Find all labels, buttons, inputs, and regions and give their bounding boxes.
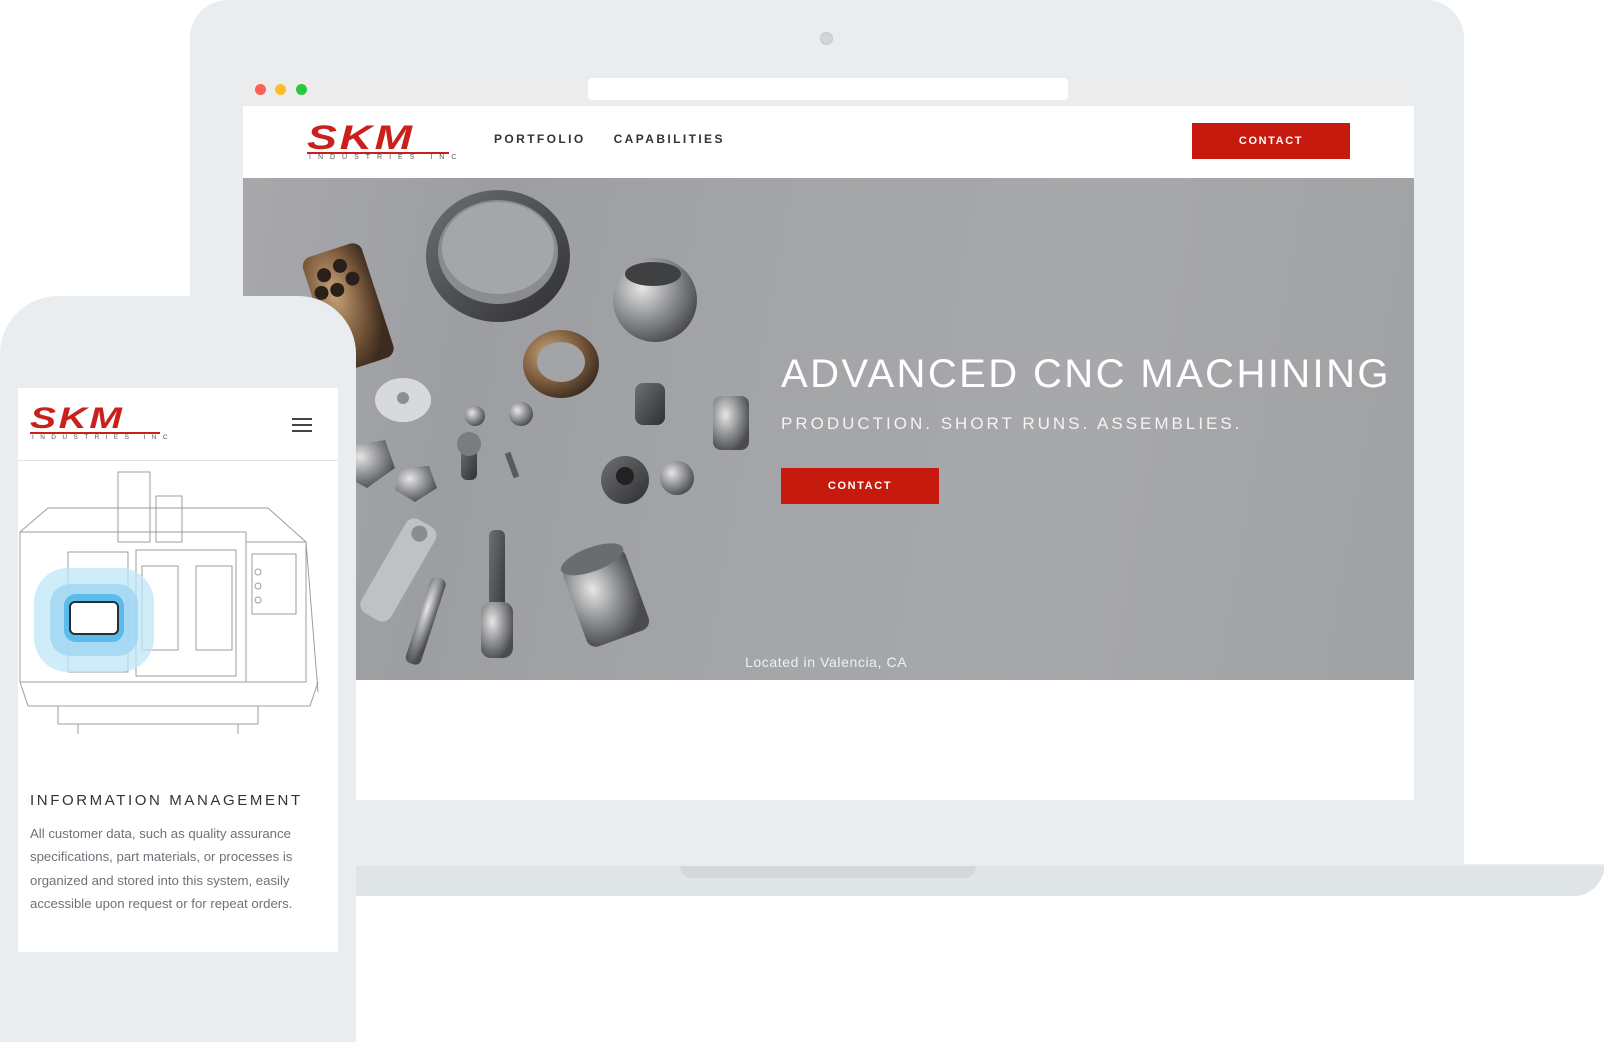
skm-logo[interactable]: SKM INDUSTRIES INC	[307, 121, 456, 164]
hero-location: Located in Valencia, CA	[745, 654, 908, 670]
address-bar[interactable]	[588, 78, 1068, 100]
hero-title: ADVANCED CNC MACHINING	[781, 352, 1391, 396]
nav-links: PORTFOLIO CAPABILITIES	[494, 132, 725, 146]
logo-wordmark: SKM	[30, 402, 125, 435]
nav-link-capabilities[interactable]: CAPABILITIES	[614, 132, 725, 146]
site-navbar: SKM INDUSTRIES INC PORTFOLIO CAPABILITIE…	[243, 106, 1414, 178]
cnc-machine-illustration	[19, 471, 319, 734]
logo-tagline: INDUSTRIES INC	[309, 154, 464, 161]
close-window-button[interactable]	[255, 84, 266, 95]
laptop-camera	[820, 32, 833, 45]
hamburger-icon[interactable]	[292, 418, 312, 432]
mobile-screen: SKM INDUSTRIES INC INFORMATION MANAGEMEN…	[18, 388, 338, 952]
hero-contact-button[interactable]: CONTACT	[781, 468, 939, 504]
nav-link-portfolio[interactable]: PORTFOLIO	[494, 132, 586, 146]
logo-tagline: INDUSTRIES INC	[32, 434, 174, 441]
laptop-notch	[680, 866, 976, 878]
mobile-section-heading: INFORMATION MANAGEMENT	[30, 792, 303, 809]
mobile-skm-logo[interactable]: SKM INDUSTRIES INC	[30, 404, 168, 446]
browser-window: SKM INDUSTRIES INC PORTFOLIO CAPABILITIE…	[243, 76, 1414, 800]
browser-toolbar	[243, 76, 1414, 106]
hero-section: ADVANCED CNC MACHINING PRODUCTION. SHORT…	[243, 178, 1414, 680]
minimize-window-button[interactable]	[275, 84, 286, 95]
logo-wordmark: SKM	[307, 119, 415, 157]
nav-contact-button[interactable]: CONTACT	[1192, 123, 1350, 159]
mobile-header: SKM INDUSTRIES INC	[18, 388, 338, 461]
phone-frame: SKM INDUSTRIES INC INFORMATION MANAGEMEN…	[0, 296, 356, 1042]
maximize-window-button[interactable]	[296, 84, 307, 95]
mobile-section-body: All customer data, such as quality assur…	[30, 826, 293, 912]
hero-subtitle: PRODUCTION. SHORT RUNS. ASSEMBLIES.	[781, 414, 1243, 433]
